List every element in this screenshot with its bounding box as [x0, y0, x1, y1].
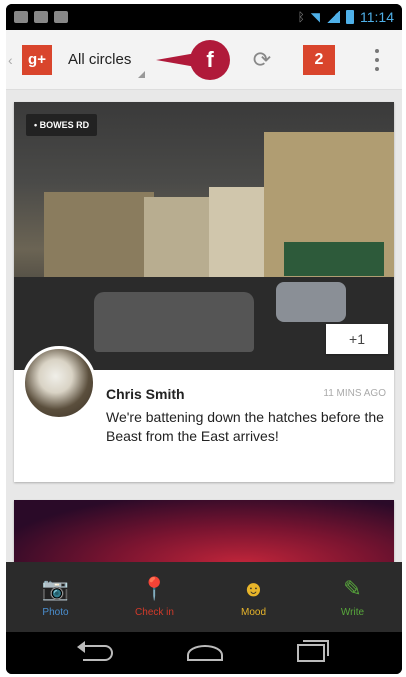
- location-chip[interactable]: • BOWES RD: [26, 114, 98, 136]
- system-nav-bar: [6, 632, 402, 674]
- write-label: Write: [340, 606, 365, 618]
- home-icon[interactable]: [187, 645, 223, 661]
- post-time: 11 MINS AGO: [323, 388, 386, 399]
- image-icon: [14, 11, 28, 23]
- back-icon[interactable]: [77, 641, 113, 661]
- refresh-icon[interactable]: ⟳: [250, 48, 274, 72]
- check-in-label: Check in: [135, 606, 174, 618]
- avatar[interactable]: [22, 346, 96, 420]
- up-chevron-icon[interactable]: ‹: [8, 52, 18, 68]
- notifications-badge[interactable]: 2: [303, 45, 335, 75]
- battery-icon: [346, 10, 354, 24]
- mail-icon: [34, 11, 48, 23]
- circle-selector[interactable]: All circles: [68, 51, 146, 78]
- overflow-menu-icon[interactable]: [372, 46, 382, 74]
- post-text: We're battening down the hatches before …: [106, 409, 384, 444]
- post-author[interactable]: Chris Smith: [106, 386, 185, 402]
- callout-bubble: f: [190, 40, 230, 80]
- wifi-icon: ◥: [310, 10, 320, 24]
- pencil-icon: ✎: [343, 575, 362, 601]
- stream-feed[interactable]: • BOWES RD +1 Chris Smith 11 MINS AGO We…: [6, 90, 402, 562]
- bluetooth-icon: ᛒ: [297, 10, 305, 24]
- next-post-card[interactable]: [14, 500, 394, 562]
- camera-icon: 📷: [41, 575, 70, 601]
- write-button[interactable]: ✎ Write: [303, 562, 402, 632]
- mood-button[interactable]: ☻ Mood: [204, 562, 303, 632]
- mood-label: Mood: [240, 606, 266, 618]
- google-plus-logo[interactable]: g+: [22, 44, 52, 75]
- action-bar: ‹ g+ All circles f ⟳ 2: [6, 30, 402, 90]
- location-pin-icon: 📍: [140, 575, 169, 601]
- photo-button[interactable]: 📷 Photo: [6, 562, 105, 632]
- signal-icon: [326, 11, 340, 23]
- smiley-icon: ☻: [241, 575, 266, 601]
- status-time: 11:14: [360, 9, 394, 25]
- plus-one-button[interactable]: +1: [326, 324, 388, 354]
- phone-screen: ᛒ ◥ 11:14 ‹ g+ All circles f ⟳ 2 • BOWES…: [6, 4, 402, 674]
- check-in-button[interactable]: 📍 Check in: [105, 562, 204, 632]
- post-card[interactable]: • BOWES RD +1 Chris Smith 11 MINS AGO We…: [14, 102, 394, 482]
- callout-marker: f: [156, 38, 230, 82]
- photo-label: Photo: [42, 606, 69, 618]
- android-icon: [54, 11, 68, 23]
- status-bar: ᛒ ◥ 11:14: [6, 4, 402, 30]
- bottom-action-bar: 📷 Photo 📍 Check in ☻ Mood ✎ Write: [6, 562, 402, 632]
- recent-apps-icon[interactable]: [297, 640, 329, 662]
- post-photo[interactable]: • BOWES RD +1: [14, 102, 394, 370]
